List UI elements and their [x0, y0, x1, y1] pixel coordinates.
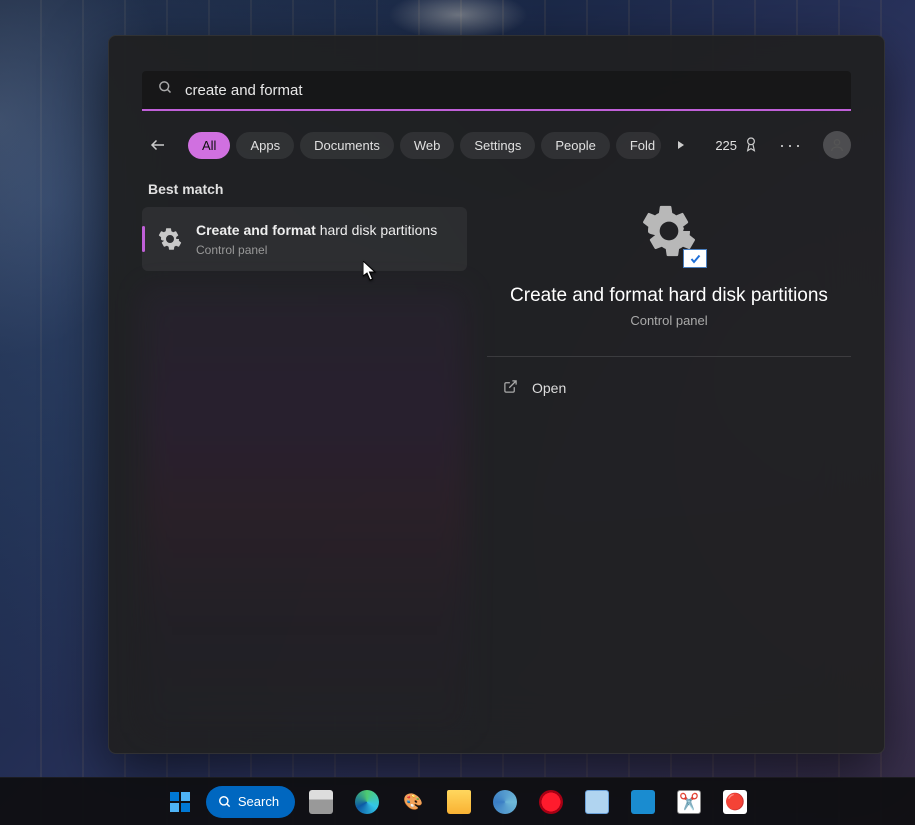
- search-input[interactable]: [185, 82, 835, 99]
- filter-documents[interactable]: Documents: [300, 132, 394, 159]
- taskbar: Search 🎨 ✂️ 🔴: [0, 777, 915, 825]
- results-column: Best match Create and format hard disk p…: [142, 181, 467, 733]
- taskbar-app-paint[interactable]: 🎨: [393, 782, 433, 822]
- rewards-count: 225: [715, 138, 737, 153]
- start-button[interactable]: [160, 782, 200, 822]
- taskbar-app-monitor[interactable]: [577, 782, 617, 822]
- filter-apps[interactable]: Apps: [236, 132, 294, 159]
- filter-all[interactable]: All: [188, 132, 230, 159]
- best-match-label: Best match: [142, 181, 467, 197]
- opera-icon: [539, 790, 563, 814]
- paint-icon: 🎨: [401, 790, 425, 814]
- control-panel-gear-icon: [156, 225, 184, 253]
- filter-web[interactable]: Web: [400, 132, 455, 159]
- search-bar[interactable]: [142, 71, 851, 111]
- divider: [487, 356, 851, 357]
- task-view-button[interactable]: [301, 782, 341, 822]
- snip-icon: ✂️: [677, 790, 701, 814]
- filter-folders[interactable]: Fold: [616, 132, 661, 159]
- rewards-icon: [743, 136, 759, 155]
- result-create-format-partitions[interactable]: Create and format hard disk partitions C…: [142, 207, 467, 271]
- taskbar-app-misc[interactable]: 🔴: [715, 782, 755, 822]
- result-title: Create and format hard disk partitions: [196, 221, 453, 240]
- taskbar-app-copilot[interactable]: [485, 782, 525, 822]
- taskbar-app-opera[interactable]: [531, 782, 571, 822]
- filter-row: All Apps Documents Web Settings People F…: [109, 111, 884, 173]
- edge-icon: [355, 790, 379, 814]
- filter-people[interactable]: People: [541, 132, 609, 159]
- task-view-icon: [309, 790, 333, 814]
- search-icon: [218, 795, 232, 809]
- terminal-icon: [631, 790, 655, 814]
- open-external-icon: [503, 379, 518, 397]
- header-right: 225 ···: [715, 131, 851, 160]
- windows-logo-icon: [170, 792, 190, 812]
- detail-title: Create and format hard disk partitions: [510, 285, 828, 307]
- filter-pills: All Apps Documents Web Settings People F…: [188, 131, 695, 159]
- result-text: Create and format hard disk partitions C…: [196, 221, 453, 257]
- more-options-button[interactable]: ···: [775, 131, 807, 160]
- back-button[interactable]: [142, 129, 174, 161]
- other-results-blurred: [142, 289, 467, 733]
- misc-app-icon: 🔴: [723, 790, 747, 814]
- check-badge-icon: [683, 249, 707, 268]
- folder-icon: [447, 790, 471, 814]
- action-open-label: Open: [532, 380, 566, 396]
- monitor-icon: [585, 790, 609, 814]
- wallpaper-top-art: [388, 0, 528, 40]
- detail-column: Create and format hard disk partitions C…: [487, 181, 851, 733]
- detail-subtitle: Control panel: [630, 313, 707, 328]
- filter-scroll-right[interactable]: [667, 131, 695, 159]
- taskbar-app-snip[interactable]: ✂️: [669, 782, 709, 822]
- result-subtitle: Control panel: [196, 243, 453, 257]
- user-avatar[interactable]: [823, 131, 851, 159]
- action-open[interactable]: Open: [487, 369, 851, 407]
- taskbar-app-terminal[interactable]: [623, 782, 663, 822]
- taskbar-app-explorer[interactable]: [439, 782, 479, 822]
- copilot-icon: [493, 790, 517, 814]
- start-search-panel: All Apps Documents Web Settings People F…: [108, 35, 885, 754]
- taskbar-search-label: Search: [238, 794, 279, 809]
- taskbar-app-edge[interactable]: [347, 782, 387, 822]
- search-icon: [158, 80, 173, 100]
- rewards-points[interactable]: 225: [715, 136, 759, 155]
- content-area: Best match Create and format hard disk p…: [109, 173, 884, 753]
- filter-settings[interactable]: Settings: [460, 132, 535, 159]
- detail-app-icon: [637, 201, 701, 265]
- detail-panel: Create and format hard disk partitions C…: [487, 189, 851, 407]
- taskbar-search-button[interactable]: Search: [206, 786, 295, 818]
